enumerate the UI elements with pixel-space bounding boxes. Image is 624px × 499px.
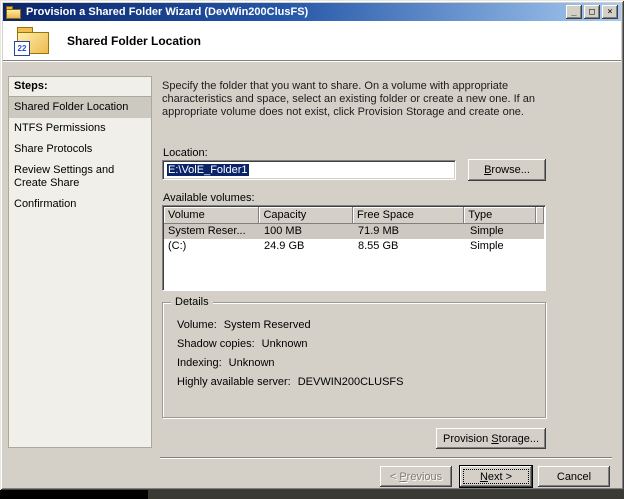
column-header-type[interactable]: Type — [464, 207, 536, 224]
title-bar[interactable]: Provision a Shared Folder Wizard (DevWin… — [3, 3, 621, 21]
detail-field: Highly available server: DEVWIN200CLUSFS — [177, 376, 545, 388]
detail-value: System Reserved — [223, 319, 311, 331]
detail-value: DEVWIN200CLUSFS — [297, 376, 404, 388]
previous-button[interactable]: < Previous — [380, 466, 452, 487]
cancel-button[interactable]: Cancel — [538, 466, 610, 487]
wizard-header: 22 Shared Folder Location — [3, 21, 621, 61]
detail-label: Shadow copies: — [177, 338, 255, 350]
window-folder-icon — [6, 5, 22, 19]
shared-folder-icon: 22 — [14, 25, 52, 57]
table-row[interactable]: System Reser... 100 MB 71.9 MB Simple — [164, 224, 544, 239]
detail-value: Unknown — [261, 338, 308, 350]
column-header-free-space[interactable]: Free Space — [352, 207, 465, 224]
page-title: Shared Folder Location — [67, 34, 202, 48]
available-volumes-label: Available volumes: — [163, 192, 255, 204]
cell-capacity: 100 MB — [264, 225, 302, 237]
sidebar-item-confirmation: Confirmation — [14, 198, 77, 210]
minimize-button[interactable]: _ — [566, 5, 582, 19]
steps-heading: Steps: — [9, 77, 151, 97]
location-label: Location: — [163, 147, 208, 159]
footer-separator — [160, 457, 612, 459]
maximize-icon: □ — [589, 7, 595, 17]
location-input-selected-text: E:\VolE_Folder1 — [167, 164, 249, 176]
column-header-filler — [536, 207, 544, 224]
details-groupbox: Details Volume: System Reserved Shadow co… — [162, 296, 546, 418]
cell-type: Simple — [470, 225, 504, 237]
details-group-title: Details — [171, 296, 213, 308]
close-icon: × — [607, 7, 613, 17]
cell-capacity: 24.9 GB — [264, 240, 305, 252]
next-button[interactable]: Next > — [460, 466, 532, 487]
provision-storage-button[interactable]: Provision Storage... — [436, 428, 546, 449]
steps-panel: Steps: Shared Folder Location NTFS Permi… — [8, 76, 152, 448]
minimize-icon: _ — [571, 7, 577, 17]
desktop: Provision a Shared Folder Wizard (DevWin… — [0, 0, 624, 499]
detail-field: Indexing: Unknown — [177, 357, 545, 369]
cell-free-space: 71.9 MB — [358, 225, 399, 237]
sidebar-item-ntfs-permissions: NTFS Permissions — [14, 122, 106, 134]
sidebar-item-shared-folder-location: Shared Folder Location — [9, 97, 151, 118]
column-header-volume[interactable]: Volume — [164, 207, 260, 224]
detail-value: Unknown — [228, 357, 275, 369]
volumes-table: Volume Capacity Free Space Type System R… — [162, 205, 546, 291]
calendar-badge-icon: 22 — [14, 41, 30, 56]
column-header-capacity[interactable]: Capacity — [259, 207, 353, 224]
detail-label: Volume: — [177, 319, 217, 331]
cell-free-space: 8.55 GB — [358, 240, 399, 252]
cell-type: Simple — [470, 240, 504, 252]
window-title: Provision a Shared Folder Wizard (DevWin… — [26, 6, 309, 18]
wizard-window: Provision a Shared Folder Wizard (DevWin… — [0, 0, 624, 490]
location-input[interactable]: E:\VolE_Folder1 — [162, 160, 456, 180]
close-button[interactable]: × — [602, 5, 618, 19]
detail-label: Indexing: — [177, 357, 222, 369]
page-description: Specify the folder that you want to shar… — [162, 80, 535, 118]
detail-field: Volume: System Reserved — [177, 319, 545, 331]
maximize-button[interactable]: □ — [584, 5, 600, 19]
detail-field: Shadow copies: Unknown — [177, 338, 545, 350]
browse-button[interactable]: Browse... — [468, 159, 546, 181]
detail-label: Highly available server: — [177, 376, 291, 388]
sidebar-item-review-settings: Review Settings and Create Share — [14, 164, 115, 189]
table-row[interactable]: (C:) 24.9 GB 8.55 GB Simple — [164, 239, 544, 254]
desktop-strip — [0, 489, 624, 499]
cell-volume: (C:) — [168, 240, 187, 252]
sidebar-item-share-protocols: Share Protocols — [14, 143, 93, 155]
volumes-table-header: Volume Capacity Free Space Type — [164, 207, 544, 224]
cell-volume: System Reser... — [168, 225, 246, 237]
